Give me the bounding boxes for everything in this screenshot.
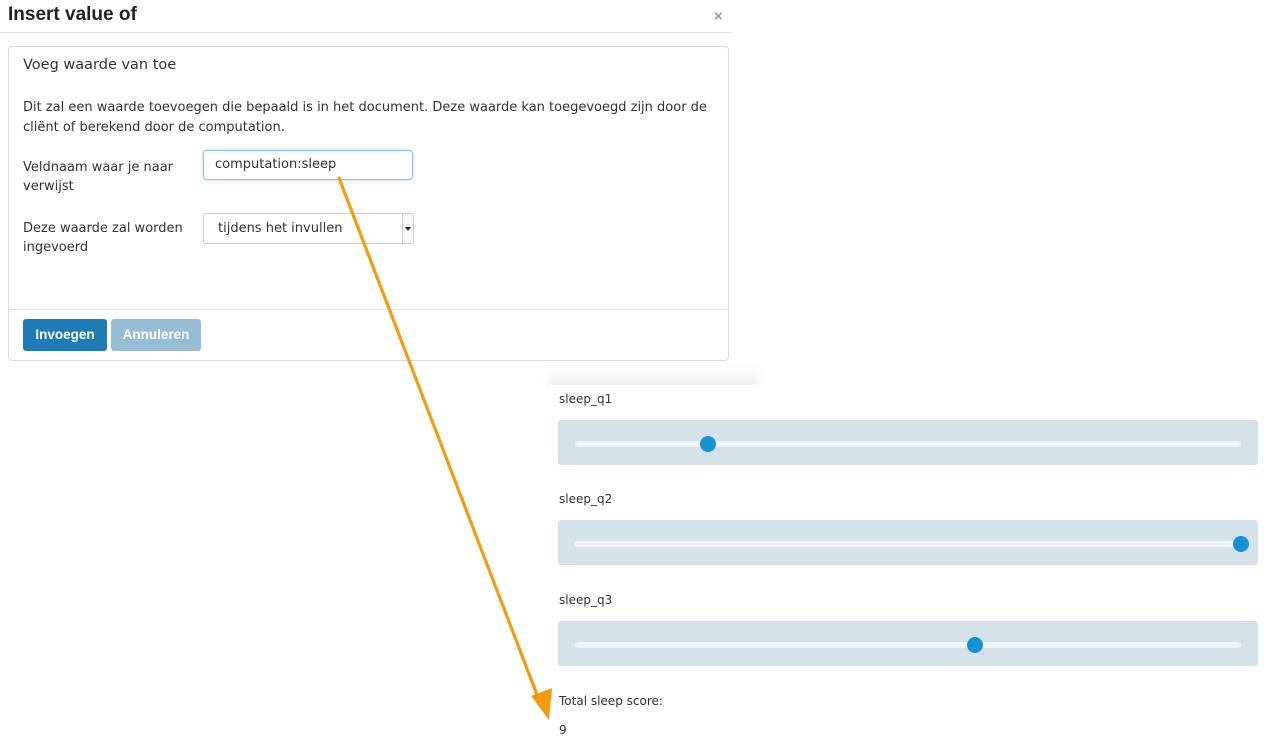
slider-container-q3 <box>558 621 1258 666</box>
slider-thumb-q2[interactable] <box>1233 536 1249 552</box>
footer-divider <box>9 309 728 310</box>
sleep-survey: sleep_q1 sleep_q2 sleep_q3 Total sleep s… <box>548 385 1266 750</box>
slider-label-q3: sleep_q3 <box>559 593 613 607</box>
slider-thumb-q3[interactable] <box>966 637 983 653</box>
insert-value-panel: Voeg waarde van toe Dit zal een waarde t… <box>8 46 729 361</box>
title-divider <box>0 32 732 33</box>
field-name-input[interactable]: computation:sleep <box>203 150 413 180</box>
slider-thumb-q1[interactable] <box>700 436 717 452</box>
timing-select-value: tijdens het invullen <box>218 221 343 236</box>
slider-rail-q1[interactable] <box>575 436 1241 452</box>
panel-description: Dit zal een waarde toevoegen die bepaald… <box>23 100 707 135</box>
insert-button[interactable]: Invoegen <box>23 319 107 351</box>
slider-container-q1 <box>558 420 1258 465</box>
slider-rail-q3[interactable] <box>575 637 1241 653</box>
slider-rail-q2[interactable] <box>575 536 1249 552</box>
cancel-button[interactable]: Annuleren <box>111 319 201 351</box>
dialog-title: Insert value of <box>8 4 137 25</box>
slider-container-q2 <box>558 520 1258 565</box>
timing-label: Deze waarde zal worden ingevoerd <box>23 221 183 255</box>
total-score-value: 9 <box>559 723 567 737</box>
chevron-down-icon[interactable] <box>402 214 413 243</box>
slider-label-q2: sleep_q2 <box>559 492 613 506</box>
total-score-label: Total sleep score: <box>559 694 663 708</box>
slider-label-q1: sleep_q1 <box>559 392 613 406</box>
field-name-label: Veldnaam waar je naar verwijst <box>23 160 174 194</box>
close-icon[interactable]: × <box>714 8 723 25</box>
panel-heading: Voeg waarde van toe <box>23 57 177 73</box>
timing-select[interactable]: tijdens het invullen <box>203 213 414 244</box>
